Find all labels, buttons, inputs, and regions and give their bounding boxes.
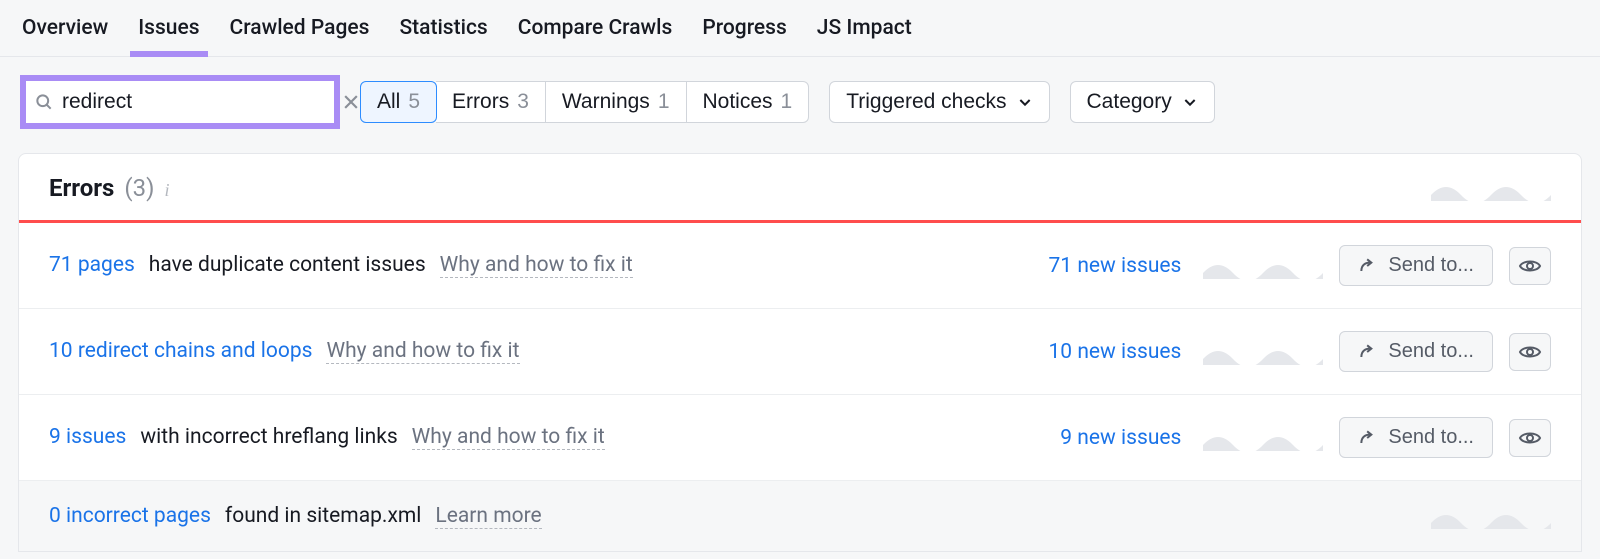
new-issues-link[interactable]: 9 new issues: [1011, 426, 1181, 450]
severity-all-count: 5: [408, 90, 420, 114]
tab-issues[interactable]: Issues: [136, 12, 201, 56]
sparkline-icon: [1197, 339, 1323, 365]
tab-statistics[interactable]: Statistics: [397, 12, 489, 56]
eye-icon: [1518, 340, 1542, 364]
filter-row: All 5 Errors 3 Warnings 1 Notices 1 Trig…: [0, 57, 1600, 153]
issue-row: 0 incorrect pages found in sitemap.xml L…: [19, 481, 1581, 551]
errors-title: Errors: [49, 174, 114, 202]
issue-hint-link[interactable]: Why and how to fix it: [326, 339, 519, 364]
issue-row: 9 issues with incorrect hreflang links W…: [19, 395, 1581, 481]
issue-hint-link[interactable]: Why and how to fix it: [412, 425, 605, 450]
tab-crawled-pages[interactable]: Crawled Pages: [228, 12, 372, 56]
errors-panel: Errors (3) i 71 pages have duplicate con…: [18, 153, 1582, 552]
chevron-down-icon: [1182, 94, 1198, 110]
send-to-label: Send to...: [1388, 340, 1474, 363]
sparkline-icon: [1197, 253, 1323, 279]
severity-all[interactable]: All 5: [360, 81, 437, 123]
send-to-label: Send to...: [1388, 254, 1474, 277]
severity-errors-count: 3: [517, 90, 529, 114]
info-icon[interactable]: i: [164, 180, 169, 201]
search-icon: [34, 92, 54, 112]
severity-notices[interactable]: Notices 1: [687, 81, 810, 123]
sparkline-icon: [1197, 425, 1323, 451]
severity-all-label: All: [377, 90, 400, 114]
severity-notices-label: Notices: [703, 90, 773, 114]
tab-progress[interactable]: Progress: [700, 12, 788, 56]
category-label: Category: [1087, 90, 1172, 114]
severity-warnings-count: 1: [658, 90, 670, 114]
hide-issue-button[interactable]: [1509, 247, 1551, 285]
issue-description: have duplicate content issues: [149, 253, 426, 277]
issue-description: found in sitemap.xml: [225, 504, 421, 528]
severity-warnings[interactable]: Warnings 1: [546, 81, 687, 123]
errors-panel-header: Errors (3) i: [19, 154, 1581, 220]
eye-icon: [1518, 426, 1542, 450]
hide-issue-button[interactable]: [1509, 419, 1551, 457]
severity-notices-count: 1: [781, 90, 793, 114]
severity-filter-group: All 5 Errors 3 Warnings 1 Notices 1: [360, 81, 809, 123]
tab-js-impact[interactable]: JS Impact: [815, 12, 914, 56]
hide-issue-button[interactable]: [1509, 333, 1551, 371]
issue-link[interactable]: 9 issues: [49, 425, 126, 449]
eye-icon: [1518, 254, 1542, 278]
severity-errors-label: Errors: [452, 90, 509, 114]
issue-link[interactable]: 71 pages: [49, 253, 135, 277]
search-box: [20, 75, 340, 129]
sparkline-icon: [1425, 503, 1551, 529]
send-to-button[interactable]: Send to...: [1339, 417, 1493, 458]
issue-row: 71 pages have duplicate content issues W…: [19, 223, 1581, 309]
issue-link[interactable]: 10 redirect chains and loops: [49, 339, 312, 363]
new-issues-link[interactable]: 71 new issues: [1011, 254, 1181, 278]
send-to-label: Send to...: [1388, 426, 1474, 449]
send-to-button[interactable]: Send to...: [1339, 331, 1493, 372]
send-to-button[interactable]: Send to...: [1339, 245, 1493, 286]
severity-warnings-label: Warnings: [562, 90, 650, 114]
issue-hint-link[interactable]: Why and how to fix it: [440, 253, 633, 278]
category-dropdown[interactable]: Category: [1070, 81, 1215, 123]
sparkline-icon: [1431, 175, 1551, 201]
clear-search-button[interactable]: [341, 92, 361, 112]
triggered-checks-label: Triggered checks: [846, 90, 1006, 114]
errors-count: (3): [124, 174, 154, 202]
issue-description: with incorrect hreflang links: [140, 425, 397, 449]
share-arrow-icon: [1358, 256, 1378, 276]
chevron-down-icon: [1017, 94, 1033, 110]
issue-link[interactable]: 0 incorrect pages: [49, 504, 211, 528]
search-input[interactable]: [62, 90, 333, 114]
severity-errors[interactable]: Errors 3: [436, 81, 546, 123]
share-arrow-icon: [1358, 428, 1378, 448]
new-issues-link[interactable]: 10 new issues: [1011, 340, 1181, 364]
issue-hint-link[interactable]: Learn more: [435, 504, 541, 529]
share-arrow-icon: [1358, 342, 1378, 362]
tab-overview[interactable]: Overview: [20, 12, 110, 56]
triggered-checks-dropdown[interactable]: Triggered checks: [829, 81, 1049, 123]
main-tabs: Overview Issues Crawled Pages Statistics…: [0, 0, 1600, 57]
issue-row: 10 redirect chains and loops Why and how…: [19, 309, 1581, 395]
tab-compare-crawls[interactable]: Compare Crawls: [516, 12, 675, 56]
